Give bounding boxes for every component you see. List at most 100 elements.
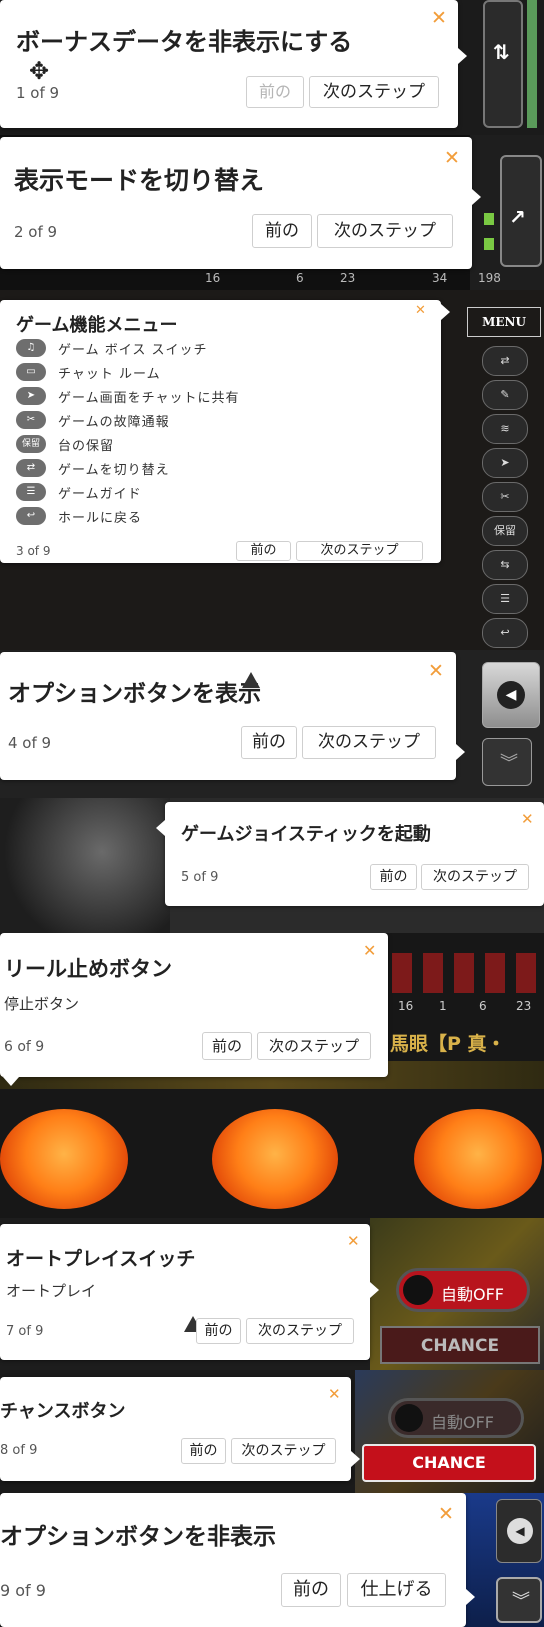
close-icon[interactable]: ✕ — [431, 9, 447, 28]
next-step-button[interactable]: 次のステップ — [309, 76, 439, 108]
option-show-button[interactable]: ◀ — [482, 662, 540, 728]
close-icon[interactable]: ✕ — [363, 943, 376, 959]
tooltip-arrow — [441, 304, 450, 320]
guide-button[interactable]: ☰ — [482, 584, 528, 614]
option-show-button[interactable]: ◀ — [496, 1499, 542, 1563]
menu-button[interactable]: MENU — [467, 307, 541, 337]
green-indicator — [484, 238, 494, 250]
menu-item-report: ✂ ゲームの故障通報 — [16, 410, 170, 430]
menu-item-guide: ☰ ゲームガイド — [16, 482, 142, 502]
finish-button[interactable]: 仕上げる — [347, 1573, 446, 1607]
menu-item-label: ゲームを切り替え — [58, 462, 170, 478]
next-step-button[interactable]: 次のステップ — [257, 1032, 371, 1060]
prev-button[interactable]: 前の — [246, 76, 304, 108]
next-step-button[interactable]: 次のステップ — [296, 541, 423, 561]
close-icon[interactable]: ✕ — [438, 1505, 454, 1524]
send-button[interactable]: ➤ — [482, 448, 528, 478]
trend-arrow-icon: ↗ — [509, 205, 526, 229]
tooltip-title: チャンスボタン — [0, 1401, 126, 1422]
step2-tooltip: 表示モードを切り替え ✕ 2 of 9 前の 次のステップ — [0, 137, 481, 269]
auto-off-toggle[interactable]: 自動OFF — [388, 1398, 524, 1438]
close-icon[interactable]: ✕ — [444, 149, 460, 168]
hold-button[interactable]: 保留 — [482, 516, 528, 546]
step6-tooltip: リール止めボタン 停止ボタン ✕ 6 of 9 前の 次のステップ — [0, 933, 388, 1086]
switch-game-button[interactable]: ⇆ — [482, 550, 528, 580]
menu-item-chat: ▭ チャット ルーム — [16, 362, 161, 382]
mouse-cursor-icon — [242, 672, 260, 688]
auto-off-label: 自動OFF — [431, 1413, 495, 1432]
side-strip — [527, 0, 537, 128]
step7-tooltip: オートプレイスイッチ オートプレイ ✕ 7 of 9 前の 次のステップ — [0, 1224, 379, 1360]
reel-stop-button-right[interactable] — [414, 1109, 542, 1209]
step-counter: 6 of 9 — [4, 1039, 45, 1055]
close-icon[interactable]: ✕ — [347, 1234, 360, 1249]
chat-button[interactable]: ✎ — [482, 380, 528, 410]
chance-button[interactable]: CHANCE — [362, 1444, 536, 1482]
reel-stop-button-center[interactable] — [212, 1109, 338, 1209]
step4-band: ◀ ︾ オプションボタンを表示 ✕ 4 of 9 前の 次のステップ — [0, 650, 544, 798]
number-label: 198 — [478, 271, 501, 285]
tooltip-title: オートプレイスイッチ — [6, 1248, 196, 1270]
step1-tooltip: ボーナスデータを非表示にする ✕ ✥ 1 of 9 前の 次のステップ — [0, 0, 467, 128]
number-label: 16 — [205, 271, 221, 285]
double-chevron-down-icon: ︾ — [512, 1591, 530, 1612]
auto-off-toggle[interactable]: 自動OFF — [396, 1268, 530, 1312]
step3-tooltip: ゲーム機能メニュー ✕ ♫ ゲーム ボイス スイッチ ▭ チャット ルーム ➤ ゲーム… — [0, 300, 450, 563]
send-icon: ➤ — [16, 387, 46, 405]
close-icon[interactable]: ✕ — [415, 304, 426, 317]
prev-button[interactable]: 前の — [236, 541, 291, 561]
next-step-button[interactable]: 次のステップ — [421, 864, 529, 890]
prev-button[interactable]: 前の — [181, 1438, 226, 1464]
reel-indicator — [392, 953, 542, 993]
chevron-down-button[interactable]: ︾ — [482, 738, 532, 786]
report-button[interactable]: ✂ — [482, 482, 528, 512]
display-mode-button[interactable]: ↗ — [500, 155, 542, 267]
prev-button[interactable]: 前の — [281, 1573, 341, 1607]
close-icon[interactable]: ✕ — [521, 812, 534, 827]
arrow-left-icon: ◀ — [497, 681, 525, 709]
arrow-left-icon: ◀ — [507, 1518, 533, 1544]
tooltip-arrow — [156, 820, 165, 836]
machine-header-text: 馬眼【P 真・ — [390, 1033, 506, 1055]
next-step-button[interactable]: 次のステップ — [231, 1438, 336, 1464]
prev-button[interactable]: 前の — [196, 1318, 241, 1344]
number-label: 16 — [398, 999, 414, 1013]
chevron-down-button[interactable]: ︾ — [496, 1577, 542, 1623]
menu-item-label: ゲームの故障通報 — [58, 414, 170, 430]
menu-item-share: ➤ ゲーム画面をチャットに共有 — [16, 386, 239, 406]
tooltip-title: 表示モードを切り替え — [14, 166, 265, 195]
tooltip-title: ゲームジョイスティックを起動 — [181, 824, 431, 845]
step-counter: 7 of 9 — [6, 1324, 44, 1339]
step5-band: ゲームジョイスティックを起動 ✕ 5 of 9 前の 次のステップ — [0, 798, 544, 933]
next-step-button[interactable]: 次のステップ — [302, 726, 436, 759]
next-step-button[interactable]: 次のステップ — [246, 1318, 354, 1344]
tooltip-subtitle: 停止ボタン — [4, 995, 80, 1013]
next-step-button[interactable]: 次のステップ — [317, 214, 453, 248]
close-icon[interactable]: ✕ — [328, 1387, 341, 1402]
step6-band: 16 1 6 23 馬眼【P 真・ リール止めボタン 停止ボタン ✕ 6 of … — [0, 933, 544, 1218]
prev-button[interactable]: 前の — [241, 726, 297, 759]
tooltip-arrow — [472, 189, 481, 205]
prev-button[interactable]: 前の — [370, 864, 417, 890]
joystick-area[interactable] — [0, 798, 170, 933]
hold-icon: 保留 — [16, 435, 46, 453]
prev-button[interactable]: 前の — [252, 214, 312, 248]
close-icon[interactable]: ✕ — [428, 662, 444, 681]
menu-item-label: ゲーム画面をチャットに共有 — [58, 390, 240, 406]
chance-button[interactable]: CHANCE — [380, 1326, 540, 1364]
tooltip-arrow — [458, 48, 467, 64]
reel-stop-button-left[interactable] — [0, 1109, 128, 1209]
share-button[interactable]: ≋ — [482, 414, 528, 444]
voice-switch-button[interactable]: ⇄ — [482, 346, 528, 376]
menu-item-back: ↩ ホールに戻る — [16, 506, 142, 526]
back-to-hall-button[interactable]: ↩ — [482, 618, 528, 648]
bonus-toggle-button[interactable]: ⇅ — [483, 0, 523, 128]
step5-tooltip: ゲームジョイスティックを起動 ✕ 5 of 9 前の 次のステップ — [156, 802, 544, 906]
number-label: 1 — [439, 999, 447, 1013]
step9-band: ◀ ︾ オプションボタンを非表示 ✕ 9 of 9 前の 仕上げる — [0, 1493, 544, 1627]
step-counter: 9 of 9 — [0, 1581, 46, 1600]
step-counter: 3 of 9 — [16, 544, 51, 558]
prev-button[interactable]: 前の — [202, 1032, 252, 1060]
number-label: 23 — [340, 271, 356, 285]
switch-icon: ⇄ — [16, 459, 46, 477]
